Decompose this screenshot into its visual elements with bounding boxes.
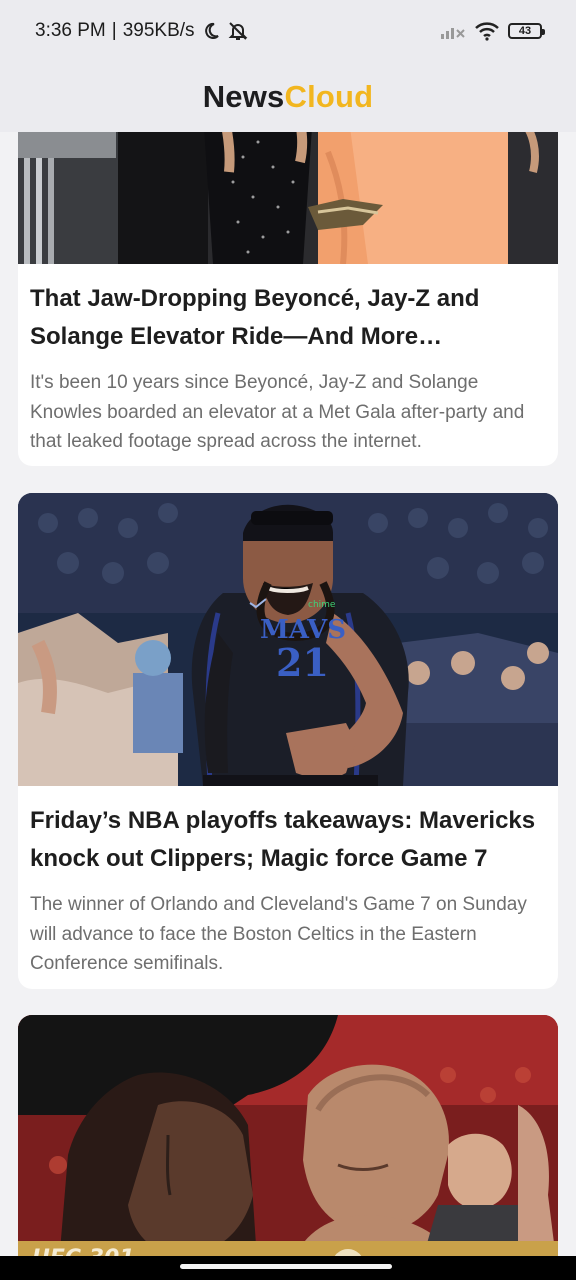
article-title[interactable]: That Jaw-Dropping Beyoncé, Jay-Z and Sol… <box>18 280 558 356</box>
jersey-number-text: 21 <box>276 640 329 685</box>
news-feed[interactable]: That Jaw-Dropping Beyoncé, Jay-Z and Sol… <box>0 132 576 1256</box>
article-title[interactable]: Friday’s NBA playoffs takeaways: Maveric… <box>18 802 558 878</box>
cellular-signal-icon <box>441 28 465 39</box>
jersey-sponsor-text: chime <box>308 600 336 610</box>
home-gesture-handle[interactable] <box>180 1264 392 1269</box>
news-card[interactable]: MAVS 21 chime Friday’s NBA playoffs take… <box>18 493 558 989</box>
status-time: 3:36 PM <box>35 20 106 41</box>
article-image[interactable]: MAVS 21 chime <box>18 493 558 786</box>
status-network-speed: 395KB/s <box>122 20 195 41</box>
article-image[interactable] <box>18 132 558 264</box>
status-left: 3:36 PM | 395KB/s <box>35 20 249 42</box>
article-description: It's been 10 years since Beyoncé, Jay-Z … <box>30 372 525 452</box>
brand-name-part1: News <box>202 79 285 114</box>
article-description: The winner of Orlando and Cleveland's Ga… <box>30 894 527 974</box>
status-bar: 3:36 PM | 395KB/s 43 <box>0 0 576 62</box>
gala-photo <box>18 132 558 264</box>
bell-off-icon <box>228 22 247 40</box>
battery-level: 43 <box>518 24 532 37</box>
ufc-overlay-text: UFC 301 <box>32 1246 135 1256</box>
ufc-fighters-photo: UFC 301 <box>18 1015 558 1256</box>
basketball-player-photo: MAVS 21 chime <box>18 493 558 786</box>
system-navigation-bar <box>0 1256 576 1280</box>
article-image[interactable]: UFC 301 <box>18 1015 558 1256</box>
status-separator: | <box>111 20 117 41</box>
battery-icon: 43 <box>508 23 545 39</box>
app-header: News Cloud <box>0 62 576 132</box>
news-card[interactable]: That Jaw-Dropping Beyoncé, Jay-Z and Sol… <box>18 132 558 466</box>
moon-icon <box>204 22 219 39</box>
brand-name-part2: Cloud <box>284 79 374 114</box>
screen: 3:36 PM | 395KB/s 43 News Cloud That Jaw… <box>0 0 576 1280</box>
status-right: 43 <box>440 21 545 41</box>
wifi-icon <box>475 22 499 41</box>
news-card[interactable]: UFC 301 <box>18 1015 558 1256</box>
